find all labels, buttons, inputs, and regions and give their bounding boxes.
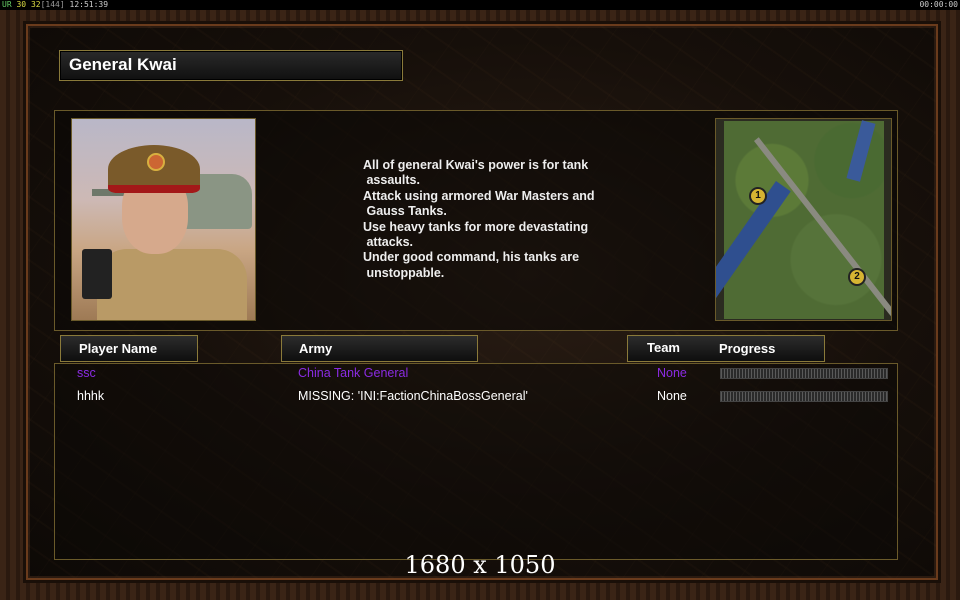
description-line: unstoppable. — [363, 265, 445, 280]
progress-header-label: Progress — [719, 341, 776, 356]
player-team: None — [657, 389, 687, 403]
map-river — [846, 120, 876, 182]
description-line: Attack using armored War Masters and — [363, 188, 595, 203]
description-line: All of general Kwai's power is for tank — [363, 158, 589, 172]
player-name: ssc — [77, 366, 96, 380]
player-row: ssc China Tank General None — [54, 364, 896, 382]
clock: 12:51:39 — [69, 0, 109, 9]
portrait-uniform — [97, 249, 247, 320]
general-title-box: General Kwai — [59, 50, 403, 81]
general-name: General Kwai — [69, 55, 177, 74]
fps-readout: UR 30 32[144] 12:51:39 — [2, 0, 108, 10]
cap-badge-icon — [147, 153, 165, 171]
status-bar: UR 30 32[144] 12:51:39 00:00:00 — [0, 0, 960, 10]
loading-progress-bar — [720, 391, 888, 402]
team-progress-header: Team Progress — [627, 335, 825, 362]
player-army: China Tank General — [298, 366, 409, 380]
fps-value: 30 — [16, 0, 27, 9]
player-army: MISSING: 'INI:FactionChinaBossGeneral' — [298, 389, 528, 403]
description-line: Under good command, his tanks are — [363, 250, 580, 265]
player-name-header: Player Name — [60, 335, 198, 362]
team-header-label: Team — [647, 340, 680, 355]
general-description: All of general Kwai's power is for tank … — [363, 158, 663, 281]
army-header: Army — [281, 335, 478, 362]
start-position-2-icon: 2 — [848, 268, 866, 286]
game-timer: 00:00:00 — [919, 0, 958, 9]
resolution-label: 1680 x 1050 — [404, 551, 556, 579]
description-line: attacks. — [363, 235, 414, 250]
loading-progress-bar — [720, 368, 888, 379]
pistol-icon — [82, 249, 112, 299]
fps-target: 32 — [30, 0, 41, 9]
description-line: assaults. — [363, 173, 420, 188]
description-line: Gauss Tanks. — [363, 204, 447, 219]
army-header-label: Army — [299, 341, 333, 356]
map-preview: 1 2 — [715, 118, 892, 321]
player-name-header-label: Player Name — [79, 341, 158, 356]
player-name: hhhk — [77, 389, 105, 403]
general-portrait — [71, 118, 256, 321]
start-position-1-icon: 1 — [749, 187, 767, 205]
player-row: hhhk MISSING: 'INI:FactionChinaBossGener… — [54, 387, 896, 405]
fps-extra: [144] — [40, 0, 65, 9]
map-road — [754, 137, 891, 320]
map-terrain — [716, 120, 891, 320]
player-team: None — [657, 366, 687, 380]
fps-label: UR — [2, 0, 12, 9]
description-line: Use heavy tanks for more devastating — [363, 219, 589, 234]
